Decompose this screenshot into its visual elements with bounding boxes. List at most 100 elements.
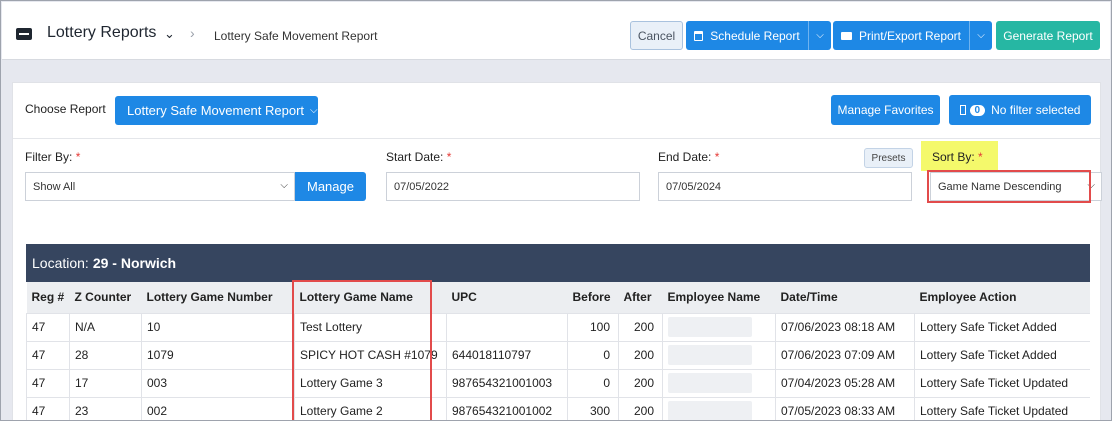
table-cell: 300 [567, 396, 619, 420]
choose-report-label: Choose Report [25, 102, 106, 116]
chevron-right-icon: › [190, 25, 195, 41]
redaction-block [668, 401, 752, 420]
location-header: Location: 29 - Norwich [26, 244, 1090, 282]
sort-by-label: Sort By: * [932, 150, 983, 164]
table-cell: 200 [618, 312, 663, 342]
redaction-block [668, 317, 752, 337]
column-header[interactable]: Reg # [26, 282, 70, 313]
table-cell [446, 312, 568, 342]
manage-button[interactable]: Manage [295, 172, 366, 201]
chevron-down-icon: ⌵ [816, 30, 824, 41]
redacted-employee-name [662, 312, 776, 342]
column-header[interactable]: Before [567, 282, 619, 313]
schedule-dropdown-toggle[interactable]: ⌵ [808, 21, 831, 50]
table-cell: 10 [141, 312, 295, 342]
presets-button[interactable]: Presets [864, 148, 913, 168]
redacted-employee-name [662, 340, 776, 370]
table-cell: 28 [69, 340, 142, 370]
table-cell: 002 [141, 396, 295, 420]
redaction-block [668, 373, 752, 393]
chevron-down-icon: ⌵ [310, 105, 318, 116]
table-cell: 23 [69, 396, 142, 420]
filter-by-select[interactable]: Show All ⌵ [25, 172, 295, 201]
column-header[interactable]: Employee Name [662, 282, 776, 313]
report-selector-value: Lottery Safe Movement Report [127, 103, 305, 118]
table-cell: 200 [618, 396, 663, 420]
table-header-row: Reg # Z Counter Lottery Game Number Lott… [26, 282, 1090, 313]
schedule-report-label: Schedule Report [710, 28, 800, 43]
location-label: Location: [32, 255, 89, 271]
print-dropdown-toggle[interactable]: ⌵ [969, 21, 992, 50]
table-cell: 644018110797 [446, 340, 568, 370]
table-cell: 47 [26, 340, 70, 370]
report-table: Location: 29 - Norwich Reg # Z Counter L… [26, 244, 1090, 420]
window-frame: Lottery Reports ⌄ › Lottery Safe Movemen… [0, 0, 1112, 421]
table-cell: Lottery Safe Ticket Added [914, 340, 1090, 370]
table-cell: 07/04/2023 05:28 AM [775, 368, 915, 398]
column-header[interactable]: UPC [446, 282, 568, 313]
table-cell: 47 [26, 396, 70, 420]
table-row: 47 23 002 Lottery Game 2 987654321001002… [26, 396, 1090, 420]
table-cell: 987654321001003 [446, 368, 568, 398]
redaction-block [668, 345, 752, 365]
filter-status-button[interactable]: 0 No filter selected [949, 95, 1091, 125]
table-cell: 0 [567, 340, 619, 370]
table-cell: Lottery Safe Ticket Added [914, 312, 1090, 342]
divider [13, 138, 1100, 139]
printer-icon [840, 31, 852, 40]
game-name-annotation-box [292, 280, 432, 420]
table-cell: 47 [26, 312, 70, 342]
table-cell: 17 [69, 368, 142, 398]
table-cell: 07/06/2023 07:09 AM [775, 340, 915, 370]
start-date-label: Start Date: * [386, 150, 452, 164]
filter-icon [959, 105, 966, 115]
chevron-down-icon: ⌵ [977, 30, 985, 41]
calendar-icon [694, 30, 704, 41]
schedule-report-button[interactable]: Schedule Report [686, 21, 808, 50]
filter-count-badge: 0 [969, 104, 986, 116]
table-cell: Lottery Safe Ticket Updated [914, 368, 1090, 398]
report-icon [16, 28, 32, 40]
start-date-input[interactable]: 07/05/2022 [386, 172, 640, 201]
table-cell: 200 [618, 368, 663, 398]
table-cell: 987654321001002 [446, 396, 568, 420]
table-cell: N/A [69, 312, 142, 342]
redacted-employee-name [662, 368, 776, 398]
redacted-employee-name [662, 396, 776, 420]
report-selector[interactable]: Lottery Safe Movement Report ⌵ [115, 96, 318, 125]
column-header[interactable]: Z Counter [69, 282, 142, 313]
table-cell: 003 [141, 368, 295, 398]
end-date-input[interactable]: 07/05/2024 [658, 172, 912, 201]
table-cell: Lottery Safe Ticket Updated [914, 396, 1090, 420]
table-row: 47 N/A 10 Test Lottery 100 200 07/06/202… [26, 312, 1090, 342]
sort-annotation-box [927, 170, 1091, 203]
table-cell: 200 [618, 340, 663, 370]
column-header[interactable]: Lottery Game Number [141, 282, 295, 313]
filter-by-value: Show All [33, 180, 76, 193]
top-bar: Lottery Reports ⌄ › Lottery Safe Movemen… [2, 2, 1110, 60]
table-row: 47 17 003 Lottery Game 3 987654321001003… [26, 368, 1090, 398]
column-header[interactable]: After [618, 282, 663, 313]
table-cell: 1079 [141, 340, 295, 370]
print-export-button[interactable]: Print/Export Report [833, 21, 969, 50]
app-title[interactable]: Lottery Reports [47, 24, 156, 42]
chevron-down-icon[interactable]: ⌄ [164, 26, 175, 42]
cancel-button[interactable]: Cancel [630, 21, 683, 50]
chevron-down-icon: ⌵ [280, 180, 288, 191]
generate-report-button[interactable]: Generate Report [996, 21, 1100, 50]
column-header[interactable]: Employee Action [914, 282, 1090, 313]
end-date-label: End Date: * [658, 150, 720, 164]
filter-by-label: Filter By: * [25, 150, 81, 164]
table-row: 47 28 1079 SPICY HOT CASH #1079 64401811… [26, 340, 1090, 370]
column-header[interactable]: Date/Time [775, 282, 915, 313]
manage-favorites-button[interactable]: Manage Favorites [831, 95, 940, 125]
movement-table: Reg # Z Counter Lottery Game Number Lott… [26, 282, 1090, 420]
table-cell: 100 [567, 312, 619, 342]
table-cell: 07/06/2023 08:18 AM [775, 312, 915, 342]
table-cell: 47 [26, 368, 70, 398]
print-export-label: Print/Export Report [858, 28, 962, 43]
table-cell: 07/05/2023 08:33 AM [775, 396, 915, 420]
breadcrumb: Lottery Safe Movement Report [214, 29, 378, 43]
table-cell: 0 [567, 368, 619, 398]
filter-status-label: No filter selected [991, 103, 1081, 117]
